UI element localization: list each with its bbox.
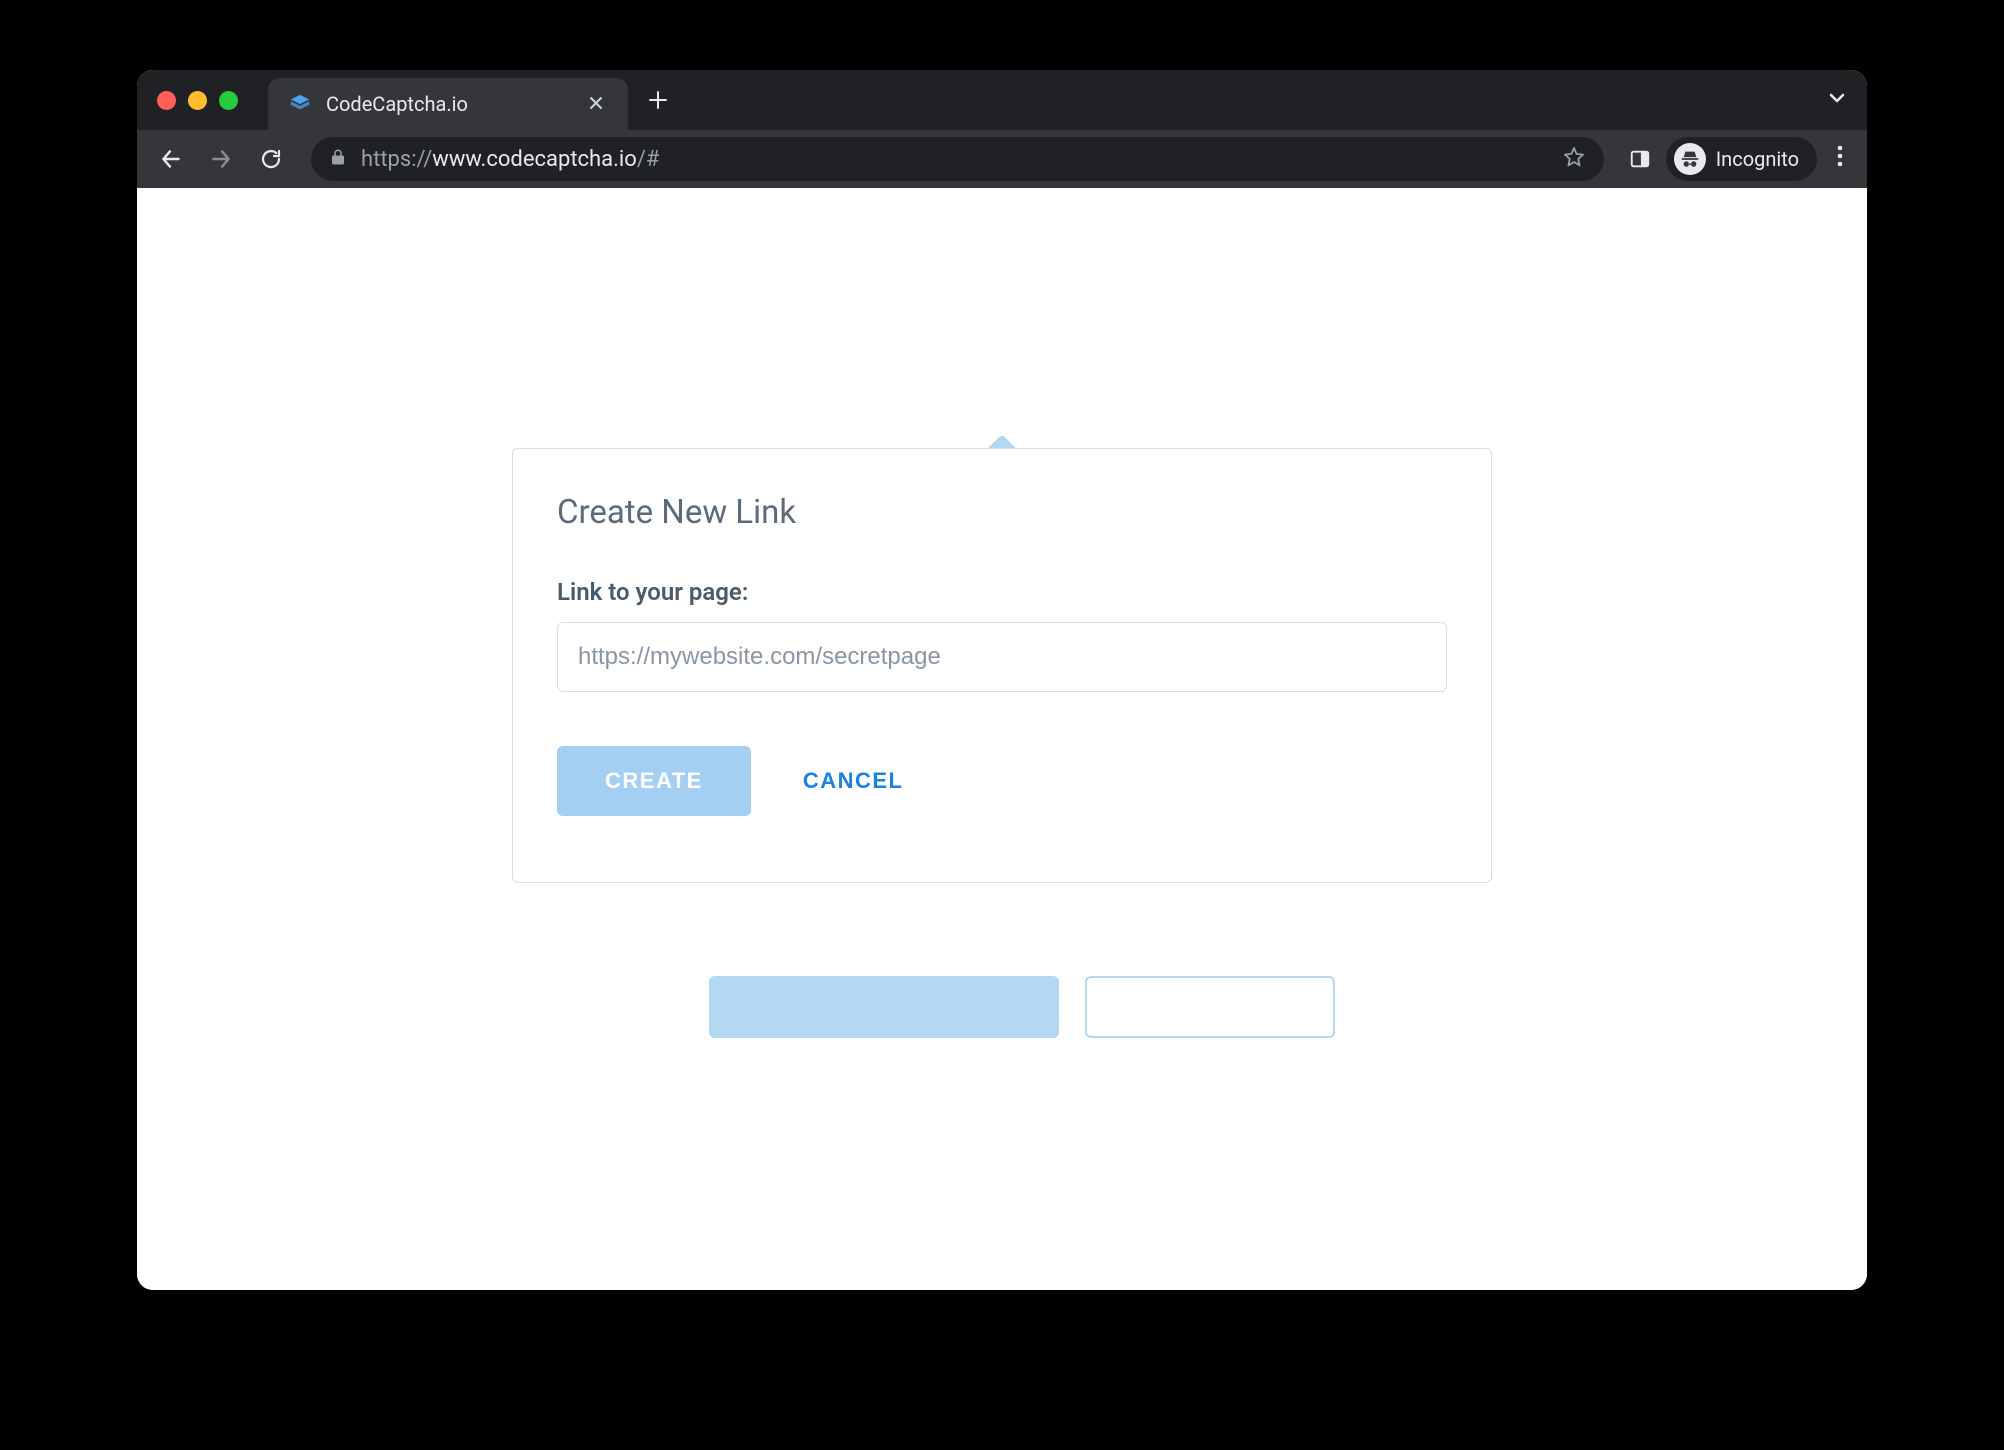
bookmark-icon[interactable] — [1562, 145, 1586, 173]
cancel-button[interactable]: CANCEL — [803, 768, 904, 794]
link-input[interactable] — [557, 622, 1447, 692]
link-field-label: Link to your page: — [557, 578, 1447, 606]
browser-window: CodeCaptcha.io https: — [137, 70, 1867, 1290]
modal-actions: CREATE CANCEL — [557, 746, 1447, 816]
close-tab-icon[interactable] — [584, 92, 608, 117]
url-protocol: https:// — [361, 147, 432, 172]
modal-title: Create New Link — [557, 493, 1447, 532]
lock-icon — [329, 148, 347, 170]
url-text: https://www.codecaptcha.io/# — [361, 147, 1548, 172]
back-button[interactable] — [151, 139, 191, 179]
create-link-modal: Create New Link Link to your page: CREAT… — [512, 448, 1492, 883]
incognito-icon — [1674, 143, 1706, 175]
url-domain: www.codecaptcha.io — [432, 147, 637, 172]
url-path: /# — [637, 147, 660, 172]
new-tab-button[interactable] — [648, 84, 668, 117]
reload-button[interactable] — [251, 139, 291, 179]
address-bar[interactable]: https://www.codecaptcha.io/# — [311, 137, 1604, 181]
tab-title: CodeCaptcha.io — [326, 92, 570, 116]
background-primary-button — [709, 976, 1059, 1038]
incognito-label: Incognito — [1716, 147, 1799, 171]
create-button[interactable]: CREATE — [557, 746, 751, 816]
tab-favicon-icon — [288, 92, 312, 116]
page-content: Create New Link Link to your page: CREAT… — [137, 188, 1867, 1290]
maximize-window-button[interactable] — [219, 91, 238, 110]
incognito-badge[interactable]: Incognito — [1666, 137, 1817, 181]
titlebar: CodeCaptcha.io — [137, 70, 1867, 130]
minimize-window-button[interactable] — [188, 91, 207, 110]
browser-menu-button[interactable] — [1827, 144, 1853, 174]
close-window-button[interactable] — [157, 91, 176, 110]
panel-icon[interactable] — [1624, 143, 1656, 175]
window-controls — [157, 91, 238, 110]
tab-search-button[interactable] — [1827, 88, 1847, 112]
browser-toolbar: https://www.codecaptcha.io/# Incognito — [137, 130, 1867, 188]
forward-button[interactable] — [201, 139, 241, 179]
background-secondary-button — [1085, 976, 1335, 1038]
browser-tab[interactable]: CodeCaptcha.io — [268, 78, 628, 130]
